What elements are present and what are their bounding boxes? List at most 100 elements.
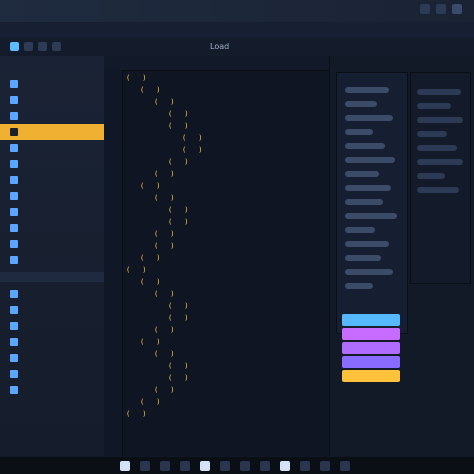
sidebar-item[interactable] bbox=[0, 92, 104, 108]
code-line[interactable]: () bbox=[154, 326, 174, 336]
legend-chip[interactable] bbox=[342, 328, 400, 340]
legend-chip[interactable] bbox=[342, 356, 400, 368]
toolbar-button[interactable] bbox=[52, 42, 61, 51]
code-line[interactable]: () bbox=[168, 206, 188, 216]
code-bracket: ( bbox=[168, 362, 173, 370]
sidebar-item[interactable] bbox=[0, 76, 104, 92]
toolbar-label[interactable]: Load bbox=[210, 42, 229, 51]
code-line[interactable]: () bbox=[140, 278, 160, 288]
code-line[interactable]: () bbox=[168, 314, 188, 324]
code-line[interactable]: () bbox=[154, 194, 174, 204]
sidebar-item[interactable] bbox=[0, 140, 104, 156]
app-icon[interactable] bbox=[120, 461, 130, 471]
code-bracket: ( bbox=[126, 410, 131, 418]
legend-chip[interactable] bbox=[342, 314, 400, 326]
code-line[interactable]: () bbox=[168, 158, 188, 168]
code-line[interactable]: () bbox=[154, 350, 174, 360]
code-line[interactable]: () bbox=[168, 374, 188, 384]
sidebar-item-active[interactable] bbox=[0, 124, 104, 140]
sidebar-item[interactable] bbox=[0, 302, 104, 318]
item-icon bbox=[10, 338, 18, 346]
code-bracket: ) bbox=[184, 122, 189, 130]
code-bracket: ( bbox=[168, 314, 173, 322]
app-icon[interactable] bbox=[140, 461, 150, 471]
code-line[interactable]: () bbox=[168, 122, 188, 132]
app-icon[interactable] bbox=[160, 461, 170, 471]
sidebar-item[interactable] bbox=[0, 334, 104, 350]
app-icon[interactable] bbox=[240, 461, 250, 471]
code-line[interactable]: () bbox=[154, 290, 174, 300]
code-line[interactable]: () bbox=[140, 86, 160, 96]
app-icon[interactable] bbox=[300, 461, 310, 471]
sidebar-item[interactable] bbox=[0, 156, 104, 172]
code-line[interactable]: () bbox=[140, 338, 160, 348]
toolbar: Load bbox=[0, 38, 474, 57]
code-line[interactable]: () bbox=[182, 146, 202, 156]
code-line[interactable]: () bbox=[154, 98, 174, 108]
code-bracket: ( bbox=[168, 122, 173, 130]
code-bracket: ( bbox=[140, 278, 145, 286]
code-bracket: ) bbox=[198, 146, 203, 154]
code-bracket: ( bbox=[154, 290, 159, 298]
code-line[interactable]: () bbox=[168, 302, 188, 312]
sidebar-item[interactable] bbox=[0, 204, 104, 220]
toolbar-button[interactable] bbox=[10, 42, 19, 51]
toolbar-button[interactable] bbox=[38, 42, 47, 51]
item-icon bbox=[10, 224, 18, 232]
app-icon[interactable] bbox=[320, 461, 330, 471]
screen: Load () () () () () () () () ()… bbox=[0, 0, 474, 474]
app-icon[interactable] bbox=[220, 461, 230, 471]
code-line[interactable]: () bbox=[154, 242, 174, 252]
code-line[interactable]: () bbox=[168, 218, 188, 228]
code-line[interactable]: () bbox=[140, 398, 160, 408]
minimize-button[interactable] bbox=[420, 4, 430, 14]
code-line[interactable]: () bbox=[126, 410, 146, 420]
sidebar-item[interactable] bbox=[0, 188, 104, 204]
sidebar-item[interactable] bbox=[0, 172, 104, 188]
code-line[interactable]: () bbox=[154, 170, 174, 180]
close-button[interactable] bbox=[452, 4, 462, 14]
toolbar-button[interactable] bbox=[24, 42, 33, 51]
code-bracket: ( bbox=[182, 146, 187, 154]
legend-chip[interactable] bbox=[342, 370, 400, 382]
properties-panel bbox=[410, 72, 471, 284]
sidebar-item[interactable] bbox=[0, 350, 104, 366]
code-line[interactable]: () bbox=[154, 386, 174, 396]
app-icon[interactable] bbox=[200, 461, 210, 471]
sidebar-item[interactable] bbox=[0, 108, 104, 124]
text-line bbox=[417, 131, 447, 137]
app-icon[interactable] bbox=[260, 461, 270, 471]
line-gutter bbox=[104, 70, 123, 456]
code-bracket: ( bbox=[154, 326, 159, 334]
code-bracket: ( bbox=[126, 74, 131, 82]
code-line[interactable]: () bbox=[168, 362, 188, 372]
sidebar-item[interactable] bbox=[0, 252, 104, 268]
app-icon[interactable] bbox=[340, 461, 350, 471]
item-icon bbox=[10, 370, 18, 378]
app-icon[interactable] bbox=[280, 461, 290, 471]
code-line[interactable]: () bbox=[126, 266, 146, 276]
maximize-button[interactable] bbox=[436, 4, 446, 14]
code-bracket: ) bbox=[184, 158, 189, 166]
sidebar-item[interactable] bbox=[0, 236, 104, 252]
code-line[interactable]: () bbox=[168, 110, 188, 120]
legend-chip[interactable] bbox=[342, 342, 400, 354]
code-line[interactable]: () bbox=[154, 230, 174, 240]
code-line[interactable]: () bbox=[140, 254, 160, 264]
code-line[interactable]: () bbox=[126, 74, 146, 84]
sidebar-item[interactable] bbox=[0, 220, 104, 236]
app-icon[interactable] bbox=[180, 461, 190, 471]
text-line bbox=[345, 157, 395, 163]
code-area[interactable]: ()()()()()()()()()()()()()()()()()()()()… bbox=[126, 74, 326, 452]
sidebar-item[interactable] bbox=[0, 366, 104, 382]
item-icon bbox=[10, 256, 18, 264]
item-icon bbox=[10, 144, 18, 152]
code-line[interactable]: () bbox=[182, 134, 202, 144]
right-panel bbox=[329, 56, 474, 456]
code-line[interactable]: () bbox=[140, 182, 160, 192]
sidebar-item[interactable] bbox=[0, 318, 104, 334]
code-bracket: ) bbox=[156, 254, 161, 262]
sidebar-item[interactable] bbox=[0, 382, 104, 398]
code-bracket: ) bbox=[184, 374, 189, 382]
sidebar-item[interactable] bbox=[0, 286, 104, 302]
